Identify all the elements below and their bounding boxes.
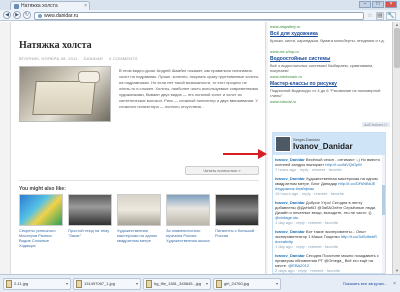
page-menu-button[interactable]: ▤ bbox=[376, 12, 384, 20]
twitter-names: Sergei-Danidar Ivanov_Danidar bbox=[293, 137, 353, 151]
canvas-image bbox=[32, 81, 96, 115]
related-posts: Секреты успешного Мастеров Разных Видов … bbox=[19, 194, 259, 248]
related-thumbnail[interactable] bbox=[19, 194, 63, 226]
page-scroll-thumb[interactable] bbox=[394, 28, 400, 68]
tweet-meta[interactable]: 2 days ago · reply · retweet · favorite bbox=[275, 268, 383, 273]
related-item[interactable]: За знаменитостью мужчина Россия Художест… bbox=[166, 194, 210, 248]
adchoices-link[interactable]: AdChoices ▷ bbox=[362, 122, 390, 127]
ad-text: Подписной Видеокурс от 4 до 6 "Рисование… bbox=[270, 88, 381, 98]
twitter-header: Sergei-Danidar Ivanov_Danidar bbox=[273, 133, 385, 155]
sidebar-top-url[interactable]: www.artgallery.ru bbox=[270, 24, 300, 29]
tweet-meta[interactable]: 15 hours ago · reply · retweet · favorit… bbox=[275, 191, 383, 196]
download-name[interactable]: 2-11.jpg bbox=[14, 281, 64, 286]
related-caption[interactable]: Художественная мастерская на одном квадр… bbox=[117, 228, 161, 243]
related-caption[interactable]: Пигменты с большой Россия bbox=[215, 228, 259, 238]
sidebar: www.artgallery.ru Всё для художника Крас… bbox=[268, 22, 392, 274]
tab-close-icon[interactable]: × bbox=[84, 3, 87, 9]
download-bar: 2-11.jpg ▾ 131497067_1.jpg ▾ bg_file_138… bbox=[0, 274, 400, 292]
related-heading: You might also like: bbox=[19, 186, 66, 192]
related-item[interactable]: Художественная мастерская на одном квадр… bbox=[117, 194, 161, 248]
tweet-list: Ivanov_Danidar Весёлый сезон - оптимист … bbox=[273, 155, 385, 274]
download-name[interactable]: 131497067_1.jpg bbox=[84, 281, 134, 286]
tweet: Ivanov_Danidar Доброе Утро! Сегодня в ле… bbox=[275, 200, 383, 225]
related-thumbnail[interactable] bbox=[68, 194, 112, 226]
window-controls: – □ × bbox=[359, 1, 397, 8]
chevron-down-icon[interactable]: ▾ bbox=[276, 281, 278, 286]
download-item[interactable]: 2-11.jpg ▾ bbox=[3, 277, 71, 290]
download-name[interactable]: girl_24760.jpg bbox=[224, 281, 274, 286]
post-body: В этом видео-уроке Андрей Шамбат покажет… bbox=[119, 68, 259, 109]
ad-url[interactable]: www.tutorial.ru bbox=[270, 99, 296, 104]
post-meta: ВТОРНИК, НОЯБРЬ 08, 2011 DANIDAR 0 COMME… bbox=[19, 56, 138, 61]
reload-button[interactable]: ↻ bbox=[23, 11, 31, 19]
post-date: ВТОРНИК, НОЯБРЬ 08, 2011 bbox=[19, 56, 78, 61]
twitter-display-name[interactable]: Ivanov_Danidar bbox=[293, 142, 353, 151]
post-photo[interactable] bbox=[19, 66, 111, 122]
tools-menu-button[interactable]: 🔧 bbox=[386, 12, 396, 20]
related-thumbnail[interactable] bbox=[215, 194, 259, 226]
close-window-button[interactable]: × bbox=[385, 1, 397, 8]
related-item[interactable]: Секреты успешного Мастеров Разных Видов … bbox=[19, 194, 63, 248]
maximize-button[interactable]: □ bbox=[372, 1, 384, 8]
ad-url[interactable]: www.art-shop.ru bbox=[270, 49, 299, 54]
page-scrollbar[interactable]: ▲ ▼ bbox=[392, 22, 400, 274]
canvas-roll-image bbox=[78, 71, 100, 83]
twitter-widget: Sergei-Danidar Ivanov_Danidar Ivanov_Dan… bbox=[272, 132, 386, 274]
related-thumbnail[interactable] bbox=[166, 194, 210, 226]
tweet: Ivanov_Danidar Весёлый сезон - оптимист … bbox=[275, 157, 383, 172]
download-item[interactable]: bg_file_1381_345845...jpg ▾ bbox=[143, 277, 211, 290]
download-name[interactable]: bg_file_1381_345845...jpg bbox=[154, 281, 204, 286]
ad-title[interactable]: Мастер-классы по рисунку bbox=[270, 81, 337, 87]
address-bar[interactable]: www.danidar.ru bbox=[34, 12, 364, 20]
red-arrow-icon bbox=[223, 149, 267, 159]
tweet: Ivanov_Danidar Сегодня Поистине можно по… bbox=[275, 253, 383, 273]
image-file-icon bbox=[216, 279, 222, 288]
post-title[interactable]: Натяжка холста bbox=[19, 40, 92, 51]
related-item[interactable]: Простой этюд на тему "Закат" bbox=[68, 194, 112, 248]
tweet-meta[interactable]: 1 day ago · reply · retweet · favorite bbox=[275, 220, 383, 225]
twitter-scrollbar[interactable] bbox=[382, 155, 385, 273]
related-item[interactable]: Пигменты с большой Россия bbox=[215, 194, 259, 248]
bookmark-star-icon[interactable]: ☆ bbox=[366, 12, 374, 20]
tweet: Ivanov_Danidar Художественная мастерская… bbox=[275, 176, 383, 196]
image-file-icon bbox=[76, 279, 82, 288]
ad-title[interactable]: Водоостойные системы bbox=[270, 56, 330, 62]
post-comments[interactable]: 0 COMMENTS bbox=[109, 56, 138, 61]
twitter-scroll-thumb[interactable] bbox=[382, 185, 385, 215]
avatar[interactable] bbox=[275, 136, 291, 152]
download-item[interactable]: 131497067_1.jpg ▾ bbox=[73, 277, 141, 290]
globe-icon bbox=[38, 14, 42, 18]
related-thumbnail[interactable] bbox=[117, 194, 161, 226]
image-file-icon bbox=[6, 279, 12, 288]
post-author[interactable]: DANIDAR bbox=[84, 56, 103, 61]
divider bbox=[19, 180, 259, 181]
browser-titlebar: Натяжка холста × – □ × bbox=[0, 0, 400, 10]
tab-title: Натяжка холста bbox=[21, 3, 58, 9]
close-download-bar-icon[interactable]: × bbox=[393, 281, 396, 287]
show-all-downloads-link[interactable]: Показать все загрузки... bbox=[343, 281, 387, 286]
tweet-meta[interactable]: 7 hours ago · reply · retweet · favorite bbox=[275, 167, 383, 172]
read-more-button[interactable]: Читать полностью » bbox=[185, 166, 259, 175]
minimize-button[interactable]: – bbox=[359, 1, 371, 8]
tweet: Ivanov_Danidar Вот такие эксперименты...… bbox=[275, 229, 383, 249]
browser-tab[interactable]: Натяжка холста × bbox=[10, 1, 90, 10]
ad-text: Краски, кисти, карандаши, бумага мольбер… bbox=[270, 38, 385, 43]
back-button[interactable]: ◀ bbox=[3, 11, 11, 19]
ad-title[interactable]: Всё для художника bbox=[270, 31, 318, 37]
forward-button[interactable]: ▶ bbox=[13, 11, 21, 19]
related-caption[interactable]: За знаменитостью мужчина Россия Художест… bbox=[166, 228, 210, 243]
related-caption[interactable]: Простой этюд на тему "Закат" bbox=[68, 228, 112, 238]
ad-text: Всё о водостоичных системах! Выбираем, с… bbox=[270, 63, 374, 73]
page-viewport: Натяжка холста ВТОРНИК, НОЯБРЬ 08, 2011 … bbox=[0, 22, 400, 274]
image-file-icon bbox=[146, 279, 152, 288]
download-item[interactable]: girl_24760.jpg ▾ bbox=[213, 277, 281, 290]
ad-url[interactable]: www.artdomain.ru bbox=[270, 74, 302, 79]
chevron-down-icon[interactable]: ▾ bbox=[136, 281, 138, 286]
chevron-down-icon[interactable]: ▾ bbox=[206, 281, 208, 286]
chevron-down-icon[interactable]: ▾ bbox=[66, 281, 68, 286]
related-caption[interactable]: Секреты успешного Мастеров Разных Видов … bbox=[19, 228, 63, 248]
favicon-icon bbox=[14, 3, 19, 9]
address-text[interactable]: www.danidar.ru bbox=[44, 13, 78, 19]
tweet-meta[interactable]: 1 day ago · reply · retweet · favorite bbox=[275, 244, 383, 249]
